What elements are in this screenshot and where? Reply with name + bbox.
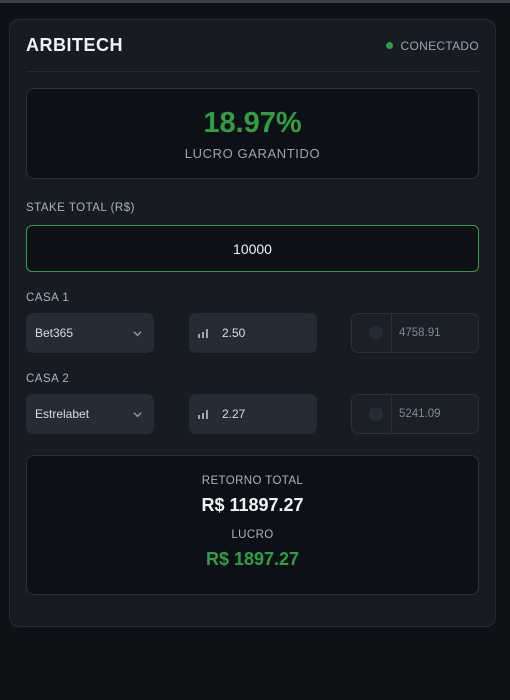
casa-2-row: Estrelabet 5241.09: [26, 394, 479, 434]
casa-1-stake-output: 4758.91: [351, 313, 479, 353]
card-header: ARBITECH CONECTADO: [26, 20, 479, 72]
casa-1-odds-input[interactable]: [222, 326, 302, 340]
total-return-value: R$ 11897.27: [201, 495, 304, 515]
casa-2-bookmaker-select[interactable]: Estrelabet: [26, 394, 154, 434]
casa-2-bookmaker: Estrelabet: [35, 407, 90, 421]
status-text: CONECTADO: [400, 38, 479, 53]
profit-amount-value: R$ 1897.27: [205, 549, 300, 569]
chevron-down-icon: [133, 330, 142, 336]
arbitrage-card: ARBITECH CONECTADO 18.97% LUCRO GARANTID…: [9, 19, 496, 627]
profit-label: LUCRO GARANTIDO: [184, 146, 321, 161]
stake-label: STAKE TOTAL (R$): [26, 202, 135, 214]
casa-2-stake-output: 5241.09: [351, 394, 479, 434]
chevron-down-icon: [133, 411, 142, 417]
app-title: ARBITECH: [26, 35, 123, 55]
stake-input[interactable]: [26, 225, 479, 272]
casa-1-row: Bet365 4758.91: [26, 313, 479, 353]
casa-1-label: CASA 1: [26, 292, 70, 304]
result-panel: RETORNO TOTAL R$ 11897.27 LUCRO R$ 1897.…: [26, 455, 479, 595]
bar-chart-icon: [198, 328, 208, 338]
profit-amount-label: LUCRO: [231, 529, 274, 541]
divider: [391, 314, 392, 352]
connection-status: CONECTADO: [385, 38, 479, 53]
casa-2-odds-field[interactable]: [189, 394, 317, 434]
status-dot-icon: [385, 42, 393, 49]
window-top-border: [0, 0, 510, 3]
casa-2-label: CASA 2: [26, 373, 70, 385]
casa-1-stake-value: 4758.91: [399, 327, 441, 339]
casa-1-odds-field[interactable]: [189, 313, 317, 353]
circle-icon: [369, 407, 383, 421]
casa-2-odds-input[interactable]: [222, 407, 302, 421]
casa-1-bookmaker-select[interactable]: Bet365: [26, 313, 154, 353]
profit-panel: 18.97% LUCRO GARANTIDO: [26, 88, 479, 179]
total-return-label: RETORNO TOTAL: [201, 475, 304, 487]
bar-chart-icon: [198, 409, 208, 419]
circle-icon: [369, 326, 383, 340]
profit-percent: 18.97%: [203, 107, 302, 139]
divider: [391, 395, 392, 433]
casa-2-stake-value: 5241.09: [399, 408, 441, 420]
casa-1-bookmaker: Bet365: [35, 326, 74, 340]
